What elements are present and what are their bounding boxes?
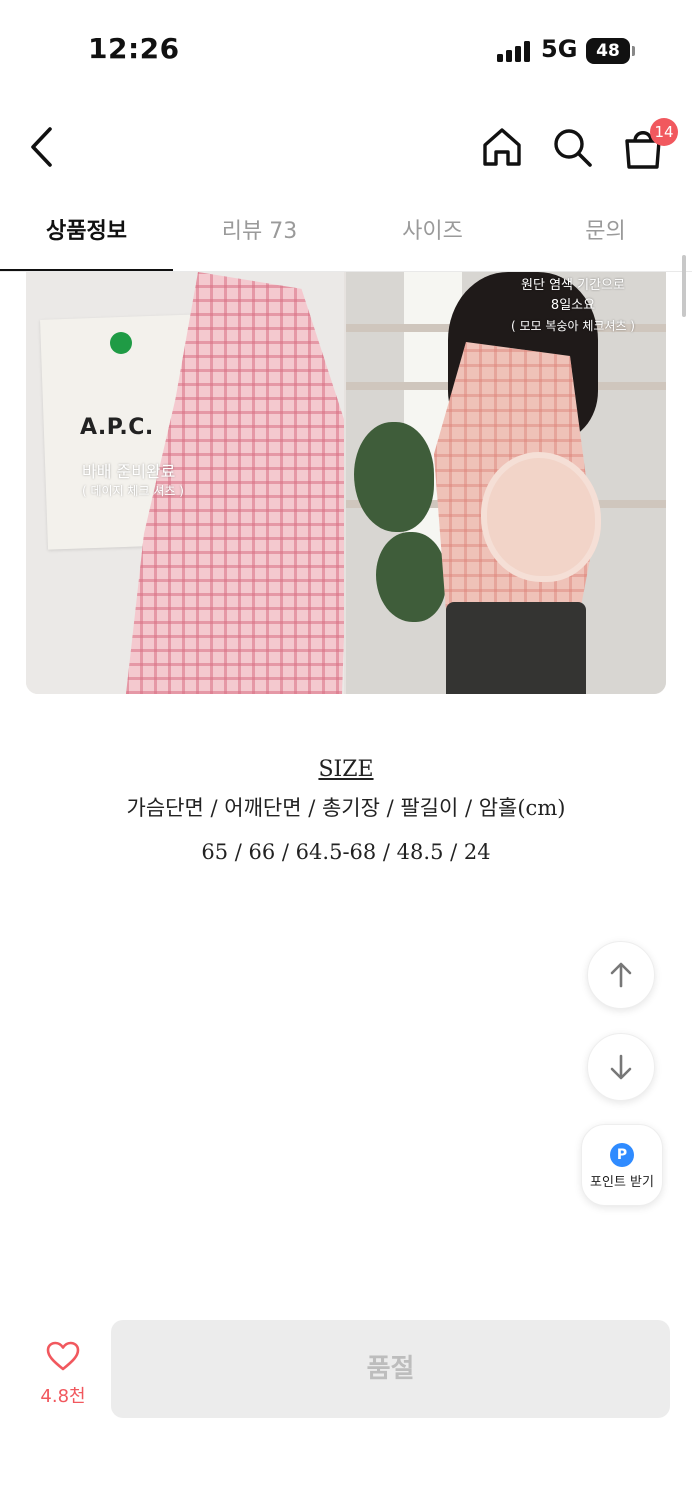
tab-reviews[interactable]: 리뷰 73 — [173, 200, 346, 272]
search-button[interactable] — [548, 123, 596, 171]
apc-logo: A.P.C. — [80, 415, 154, 440]
arrow-up-icon — [610, 962, 632, 988]
home-icon — [483, 128, 521, 166]
point-label: 포인트 받기 — [590, 1175, 654, 1190]
product-image: A.P.C. 바배 준비완료 ( 데이지 체크 셔츠 ) 원단 염색 기간으로 … — [26, 272, 666, 694]
dark-pants — [446, 602, 586, 694]
product-photo-right: 원단 염색 기간으로 8일소요 ( 모모 복숭아 체크셔츠 ) — [346, 272, 666, 694]
like-count: 4.8천 — [40, 1386, 86, 1407]
point-icon: P — [610, 1143, 634, 1167]
right-caption: 원단 염색 기간으로 8일소요 ( 모모 복숭아 체크셔츠 ) — [498, 276, 648, 336]
signal-icon — [497, 40, 533, 62]
scroll-bottom-button[interactable] — [587, 1033, 655, 1101]
plant-leaf — [376, 532, 446, 622]
tab-product-info[interactable]: 상품정보 — [0, 200, 173, 272]
battery-icon: 48 — [586, 38, 630, 64]
home-button[interactable] — [478, 123, 526, 171]
network-type: 5G — [541, 35, 578, 63]
left-caption-sub: ( 데이지 체크 셔츠 ) — [82, 484, 184, 498]
heart-icon — [46, 1341, 80, 1371]
sold-out-button[interactable]: 품절 — [111, 1320, 670, 1418]
header — [0, 105, 692, 190]
search-icon — [554, 129, 592, 167]
left-caption: 바배 준비완료 — [82, 462, 176, 481]
right-caption-line-2: 8일소요 — [550, 298, 596, 313]
cart-count-badge: 14 — [650, 118, 678, 146]
size-info: SIZE 가슴단면 / 어깨단면 / 총기장 / 팔길이 / 암홀(cm) 65… — [0, 754, 692, 874]
size-columns: 가슴단면 / 어깨단면 / 총기장 / 팔길이 / 암홀(cm) — [126, 796, 566, 820]
chevron-left-icon — [31, 127, 52, 167]
product-photo-left: A.P.C. 바배 준비완료 ( 데이지 체크 셔츠 ) — [26, 272, 344, 694]
right-caption-line-3: ( 모모 복숭아 체크셔츠 ) — [511, 319, 635, 333]
plant-leaf — [354, 422, 434, 532]
right-caption-line-1: 원단 염색 기간으로 — [521, 278, 625, 293]
status-bar: 12:26 5G 48 — [0, 0, 692, 100]
scrollbar[interactable] — [682, 255, 686, 317]
apc-green-dot — [110, 332, 132, 354]
like-button[interactable]: 4.8천 — [26, 1340, 100, 1410]
scroll-top-button[interactable] — [587, 941, 655, 1009]
arrow-down-icon — [610, 1054, 632, 1080]
status-time: 12:26 — [88, 32, 180, 65]
back-button[interactable] — [22, 123, 62, 171]
product-tabs: 상품정보 리뷰 73 사이즈 문의 — [0, 200, 692, 272]
pink-drawstring-bag — [481, 452, 601, 582]
size-title: SIZE — [318, 757, 374, 782]
tab-size[interactable]: 사이즈 — [346, 200, 519, 272]
tab-inquiry[interactable]: 문의 — [519, 200, 692, 272]
size-values: 65 / 66 / 64.5-68 / 48.5 / 24 — [201, 840, 491, 864]
get-points-button[interactable]: P 포인트 받기 — [581, 1124, 663, 1206]
battery-cap — [632, 46, 635, 56]
